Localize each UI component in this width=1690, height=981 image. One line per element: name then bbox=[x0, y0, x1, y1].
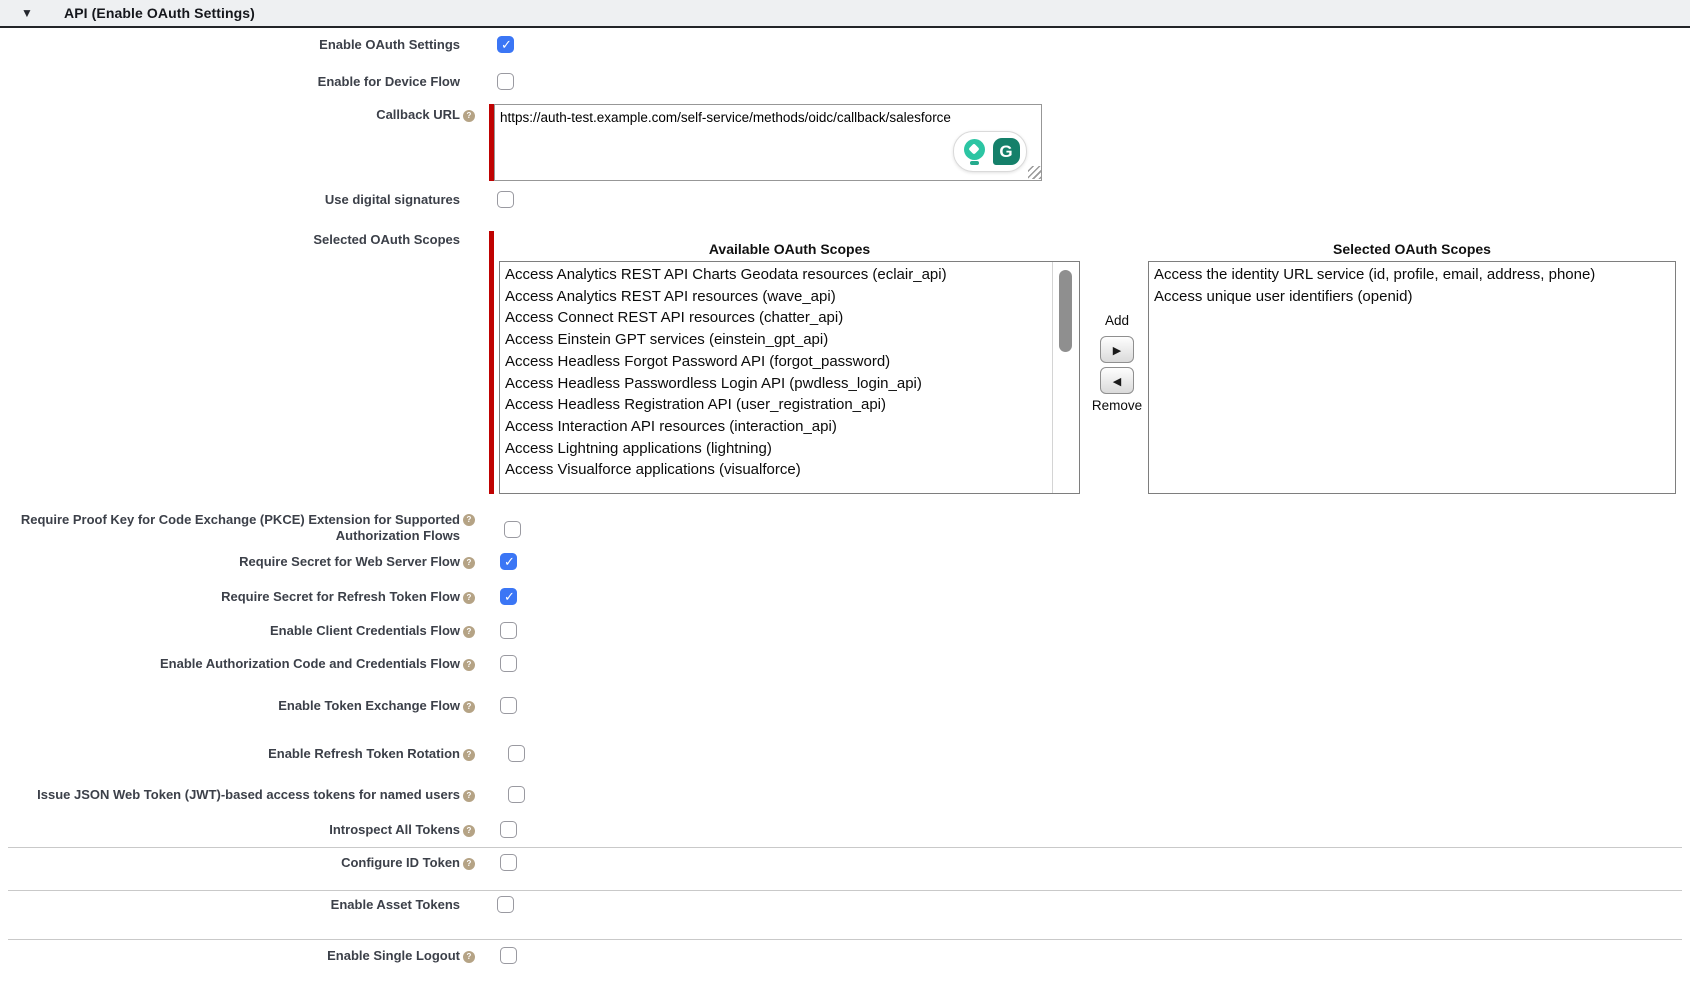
help-icon[interactable]: ? bbox=[463, 592, 475, 604]
help-icon[interactable]: ? bbox=[463, 626, 475, 638]
enable-client-credentials-checkbox[interactable] bbox=[500, 622, 517, 639]
enable-oauth-settings-checkbox[interactable] bbox=[497, 36, 514, 53]
row-enable-single-logout: Enable Single Logout ? bbox=[0, 948, 517, 964]
field-label: Require Secret for Refresh Token Flow bbox=[0, 589, 460, 605]
scope-option[interactable]: Access Analytics REST API resources (wav… bbox=[500, 286, 1079, 308]
field-label: Configure ID Token bbox=[0, 855, 460, 871]
help-icon[interactable]: ? bbox=[463, 557, 475, 569]
scope-option[interactable]: Access the identity URL service (id, pro… bbox=[1149, 264, 1675, 286]
selected-scopes-header: Selected OAuth Scopes bbox=[1148, 241, 1676, 257]
row-enable-for-device-flow: Enable for Device Flow bbox=[0, 74, 514, 90]
available-scopes-header: Available OAuth Scopes bbox=[499, 241, 1080, 257]
field-label: Callback URL bbox=[0, 107, 460, 123]
field-label: Selected OAuth Scopes bbox=[0, 232, 460, 248]
enable-single-logout-checkbox[interactable] bbox=[500, 947, 517, 964]
field-label: Enable Authorization Code and Credential… bbox=[0, 656, 460, 672]
section-title: API (Enable OAuth Settings) bbox=[64, 0, 255, 26]
field-label: Require Proof Key for Code Exchange (PKC… bbox=[0, 512, 460, 543]
scope-option[interactable]: Access Headless Forgot Password API (for… bbox=[500, 351, 1079, 373]
remove-scope-button[interactable]: ◀ bbox=[1100, 367, 1134, 394]
available-scopes-listbox[interactable]: Access Analytics REST API Charts Geodata… bbox=[499, 261, 1080, 494]
scope-option[interactable]: Access Visualforce applications (visualf… bbox=[500, 459, 1079, 481]
field-label: Introspect All Tokens bbox=[0, 822, 460, 838]
help-icon[interactable]: ? bbox=[463, 790, 475, 802]
section-collapse-icon[interactable]: ▼ bbox=[21, 0, 33, 26]
help-icon[interactable]: ? bbox=[463, 701, 475, 713]
help-icon[interactable]: ? bbox=[463, 951, 475, 963]
field-label: Issue JSON Web Token (JWT)-based access … bbox=[0, 787, 460, 803]
row-enable-auth-code-credentials: Enable Authorization Code and Credential… bbox=[0, 656, 517, 672]
configure-id-token-checkbox[interactable] bbox=[500, 854, 517, 871]
enable-refresh-token-rotation-checkbox[interactable] bbox=[508, 745, 525, 762]
scope-option[interactable]: Access Connect REST API resources (chatt… bbox=[500, 307, 1079, 329]
field-label: Enable Asset Tokens bbox=[0, 897, 460, 913]
row-divider bbox=[8, 890, 1682, 891]
scope-option[interactable]: Access Analytics REST API Charts Geodata… bbox=[500, 264, 1079, 286]
row-enable-oauth-settings: Enable OAuth Settings bbox=[0, 37, 514, 53]
field-label: Require Secret for Web Server Flow bbox=[0, 554, 460, 570]
row-pkce: Require Proof Key for Code Exchange (PKC… bbox=[0, 512, 521, 543]
row-selected-oauth-scopes: Selected OAuth Scopes bbox=[0, 232, 460, 248]
enable-for-device-flow-checkbox[interactable] bbox=[497, 73, 514, 90]
help-icon[interactable]: ? bbox=[463, 749, 475, 761]
row-require-secret-web-server: Require Secret for Web Server Flow ? bbox=[0, 554, 517, 570]
enable-asset-tokens-checkbox[interactable] bbox=[497, 896, 514, 913]
row-divider bbox=[8, 847, 1682, 848]
row-enable-token-exchange: Enable Token Exchange Flow ? bbox=[0, 698, 517, 714]
row-introspect-all-tokens: Introspect All Tokens ? bbox=[0, 822, 517, 838]
grammarly-icon[interactable]: G bbox=[993, 138, 1020, 165]
enable-token-exchange-checkbox[interactable] bbox=[500, 697, 517, 714]
row-callback-url: Callback URL ? bbox=[0, 107, 475, 123]
selected-scopes-listbox[interactable]: Access the identity URL service (id, pro… bbox=[1148, 261, 1676, 494]
field-label: Enable Client Credentials Flow bbox=[0, 623, 460, 639]
scope-option[interactable]: Access Lightning applications (lightning… bbox=[500, 438, 1079, 460]
field-label: Use digital signatures bbox=[0, 192, 460, 208]
field-label: Enable OAuth Settings bbox=[0, 37, 460, 53]
scope-option[interactable]: Access Einstein GPT services (einstein_g… bbox=[500, 329, 1079, 351]
right-arrow-icon: ▶ bbox=[1113, 344, 1121, 357]
help-icon[interactable]: ? bbox=[463, 858, 475, 870]
row-configure-id-token: Configure ID Token ? bbox=[0, 855, 517, 871]
row-enable-refresh-token-rotation: Enable Refresh Token Rotation ? bbox=[0, 746, 525, 762]
field-label: Enable for Device Flow bbox=[0, 74, 460, 90]
scope-option[interactable]: Access unique user identifiers (openid) bbox=[1149, 286, 1675, 308]
browser-extension-pill: G bbox=[953, 131, 1027, 172]
require-secret-web-server-checkbox[interactable] bbox=[500, 553, 517, 570]
introspect-all-tokens-checkbox[interactable] bbox=[500, 821, 517, 838]
required-field-bar bbox=[489, 231, 494, 494]
scope-option[interactable]: Access Headless Passwordless Login API (… bbox=[500, 373, 1079, 395]
row-use-digital-signatures: Use digital signatures bbox=[0, 192, 514, 208]
help-icon[interactable]: ? bbox=[463, 514, 475, 526]
add-label: Add bbox=[1077, 313, 1157, 328]
issue-jwt-tokens-checkbox[interactable] bbox=[508, 786, 525, 803]
row-divider bbox=[8, 939, 1682, 940]
require-secret-refresh-token-checkbox[interactable] bbox=[500, 588, 517, 605]
section-header-bar: ▼ API (Enable OAuth Settings) bbox=[0, 0, 1690, 28]
use-digital-signatures-checkbox[interactable] bbox=[497, 191, 514, 208]
field-label: Enable Single Logout bbox=[0, 948, 460, 964]
scope-option[interactable]: Access Interaction API resources (intera… bbox=[500, 416, 1079, 438]
enable-auth-code-credentials-checkbox[interactable] bbox=[500, 655, 517, 672]
row-enable-client-credentials: Enable Client Credentials Flow ? bbox=[0, 623, 517, 639]
scrollbar-thumb[interactable] bbox=[1059, 270, 1072, 352]
scrollbar-track[interactable] bbox=[1052, 262, 1079, 493]
help-icon[interactable]: ? bbox=[463, 659, 475, 671]
field-label: Enable Refresh Token Rotation bbox=[0, 746, 460, 762]
row-enable-asset-tokens: Enable Asset Tokens bbox=[0, 897, 514, 913]
pkce-checkbox[interactable] bbox=[504, 521, 521, 538]
textarea-resize-handle[interactable] bbox=[1028, 166, 1041, 179]
row-require-secret-refresh-token: Require Secret for Refresh Token Flow ? bbox=[0, 589, 517, 605]
help-icon[interactable]: ? bbox=[463, 110, 475, 122]
field-label: Enable Token Exchange Flow bbox=[0, 698, 460, 714]
scope-option[interactable]: Access Headless Registration API (user_r… bbox=[500, 394, 1079, 416]
add-scope-button[interactable]: ▶ bbox=[1100, 336, 1134, 363]
left-arrow-icon: ◀ bbox=[1113, 375, 1121, 388]
bulb-base-shape bbox=[970, 161, 979, 165]
help-icon[interactable]: ? bbox=[463, 825, 475, 837]
oauth-settings-section: ▼ API (Enable OAuth Settings) Enable OAu… bbox=[0, 0, 1690, 981]
languagetool-lightbulb-icon[interactable] bbox=[961, 138, 988, 165]
remove-label: Remove bbox=[1077, 398, 1157, 413]
row-issue-jwt-tokens: Issue JSON Web Token (JWT)-based access … bbox=[0, 787, 525, 803]
